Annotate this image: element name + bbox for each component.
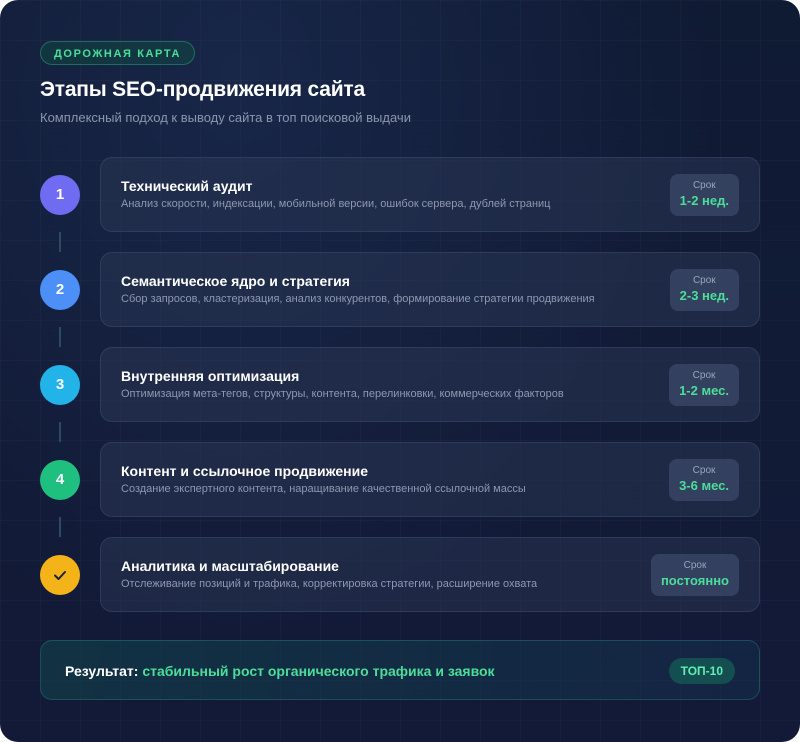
step-3-number: 3	[40, 365, 80, 405]
roadmap-card: ДОРОЖНАЯ КАРТА Этапы SEO-продвижения сай…	[0, 0, 800, 742]
check-icon	[54, 571, 66, 580]
step-connector	[59, 517, 61, 537]
step-1-number: 1	[40, 175, 80, 215]
step-2-term: Срок 2-3 нед.	[669, 269, 739, 311]
step-1-description: Анализ скорости, индексации, мобильной в…	[121, 198, 551, 210]
top10-badge: ТОП-10	[668, 658, 735, 684]
step-connector	[59, 422, 61, 442]
step-5-description: Отслеживание позиций и трафика, корректи…	[121, 578, 538, 590]
step-3-term: Срок 1-2 мес.	[669, 364, 739, 406]
step-3-title: Внутренняя оптимизация	[121, 368, 300, 384]
step-connector	[59, 232, 61, 252]
term-label: Срок	[692, 465, 716, 476]
step-1-term: Срок 1-2 нед.	[669, 174, 739, 216]
page-title: Этапы SEO-продвижения сайта	[40, 78, 365, 101]
step-5-card: Аналитика и масштабирование Отслеживание…	[100, 537, 760, 612]
step-connector	[59, 327, 61, 347]
step-2-card: Семантическое ядро и стратегия Сбор запр…	[100, 252, 760, 327]
step-4-term-value: 3-6 мес.	[679, 478, 729, 493]
result-value: стабильный рост органического трафика и …	[142, 663, 495, 679]
step-4-description: Создание экспертного контента, наращиван…	[121, 483, 526, 495]
term-label: Срок	[683, 560, 707, 571]
step-1-title: Технический аудит	[121, 178, 253, 194]
step-4-title: Контент и ссылочное продвижение	[121, 463, 368, 479]
term-label: Срок	[692, 180, 716, 191]
result-label: Результат:	[65, 663, 139, 679]
step-3-term-value: 1-2 мес.	[679, 383, 729, 398]
step-1-term-value: 1-2 нед.	[679, 193, 729, 208]
result-text: Результат: стабильный рост органического…	[65, 663, 495, 679]
step-4-number: 4	[40, 460, 80, 500]
step-5-term-value: постоянно	[660, 573, 729, 588]
roadmap-badge: ДОРОЖНАЯ КАРТА	[40, 41, 196, 65]
step-4-term: Срок 3-6 мес.	[669, 459, 739, 501]
step-2-description: Сбор запросов, кластеризация, анализ кон…	[121, 293, 595, 305]
term-label: Срок	[692, 275, 716, 286]
page-subtitle: Комплексный подход к выводу сайта в топ …	[40, 110, 411, 125]
step-5-term: Срок постоянно	[650, 554, 739, 596]
result-banner: Результат: стабильный рост органического…	[40, 640, 760, 700]
step-3-description: Оптимизация мета-тегов, структуры, конте…	[121, 388, 564, 400]
step-5-title: Аналитика и масштабирование	[121, 558, 339, 574]
step-4-card: Контент и ссылочное продвижение Создание…	[100, 442, 760, 517]
step-2-number: 2	[40, 270, 80, 310]
term-label: Срок	[692, 370, 716, 381]
step-5-marker	[40, 555, 80, 595]
step-1-card: Технический аудит Анализ скорости, индек…	[100, 157, 760, 232]
step-3-card: Внутренняя оптимизация Оптимизация мета-…	[100, 347, 760, 422]
step-2-title: Семантическое ядро и стратегия	[121, 273, 350, 289]
step-2-term-value: 2-3 нед.	[679, 288, 729, 303]
